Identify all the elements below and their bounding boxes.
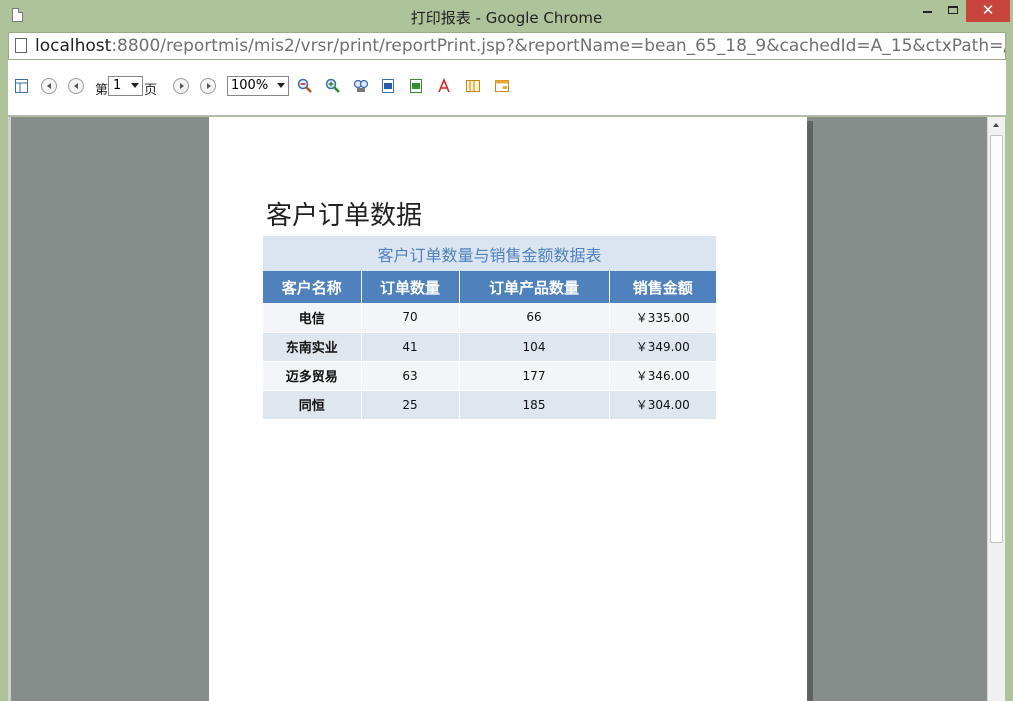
table-cell: 25 [360,390,459,420]
column-header: 订单数量 [360,271,459,303]
next-page-icon[interactable] [173,78,189,94]
report-toolbar: 第 1 页 100% [8,60,1006,116]
export-text-icon[interactable] [465,78,481,94]
table-cell: 70 [360,303,459,333]
table-cell: 185 [458,390,609,420]
zoom-in-icon[interactable] [325,78,341,94]
report-page: 客户订单数据 客户订单数量与销售金额数据表 客户名称 订单数量 订单产品数量 销… [209,117,807,701]
minimize-icon [922,11,932,13]
url-text[interactable]: localhost:8800/reportmis/mis2/vrsr/print… [35,36,1006,56]
table-cell: 41 [360,332,459,362]
minimize-button[interactable] [914,0,940,22]
table-cell: ￥349.00 [608,332,716,362]
table-cell: 104 [458,332,609,362]
prev-page-icon[interactable] [68,78,84,94]
column-header: 客户名称 [263,271,361,303]
close-icon: ✕ [981,1,995,19]
table-cell: 迈多贸易 [263,361,361,391]
zoom-out-icon[interactable] [297,78,313,94]
vertical-scrollbar[interactable] [987,117,1005,701]
zoom-select-value: 100% [231,78,269,93]
find-icon[interactable] [353,78,369,94]
table-cell: 177 [458,361,609,391]
table-cell: ￥346.00 [608,361,716,391]
table-header-row: 客户名称 订单数量 订单产品数量 销售金额 [263,271,716,303]
print-icon[interactable] [494,78,510,94]
table-row: 迈多贸易 63 177 ￥346.00 [263,361,716,391]
page-prefix-label: 第 [95,83,109,98]
report-title: 客户订单数据 [266,201,423,231]
maximize-button[interactable] [940,0,966,22]
table-cell: 东南实业 [263,332,361,362]
column-header: 订单产品数量 [458,271,609,303]
last-page-icon[interactable] [200,78,216,94]
url-path: :8800/reportmis/mis2/vrsr/print/reportPr… [111,36,1006,56]
table-cell: 66 [458,303,609,333]
export-pdf-icon[interactable] [436,78,452,94]
window-title: 打印报表 - Google Chrome [410,9,603,27]
table-cell: ￥304.00 [608,390,716,420]
address-bar[interactable]: localhost:8800/reportmis/mis2/vrsr/print… [8,32,1006,60]
table-row: 同恒 25 185 ￥304.00 [263,390,716,420]
scroll-thumb[interactable] [990,135,1003,543]
table-row: 电信 70 66 ￥335.00 [263,303,716,333]
report-viewport[interactable]: 客户订单数据 客户订单数量与销售金额数据表 客户名称 订单数量 订单产品数量 销… [8,117,987,701]
table-cell: ￥335.00 [608,303,716,333]
export-excel-icon[interactable] [408,78,424,94]
first-page-icon[interactable] [41,78,57,94]
table-cell: 63 [360,361,459,391]
chevron-down-icon [131,83,139,88]
export-word-icon[interactable] [380,78,396,94]
table-caption-row: 客户订单数量与销售金额数据表 [263,236,716,271]
table-cell: 电信 [263,303,361,333]
zoom-select[interactable]: 100% [227,76,289,96]
page-suffix-label: 页 [144,83,158,98]
scroll-up-icon[interactable] [993,123,999,127]
page-select[interactable]: 1 [108,76,143,96]
url-host: localhost [35,36,112,56]
report-table: 客户订单数量与销售金额数据表 客户名称 订单数量 订单产品数量 销售金额 电信 … [263,236,716,420]
table-row: 东南实业 41 104 ￥349.00 [263,332,716,362]
title-bar: 打印报表 - Google Chrome ✕ [0,0,1013,32]
chevron-down-icon [277,83,285,88]
maximize-icon [948,6,958,14]
column-header: 销售金额 [608,271,716,303]
close-button[interactable]: ✕ [966,0,1010,22]
page-select-value: 1 [113,78,122,93]
table-cell: 同恒 [263,390,361,420]
document-icon [15,38,27,53]
table-caption: 客户订单数量与销售金额数据表 [263,236,716,271]
print-setup-icon[interactable] [14,78,30,94]
